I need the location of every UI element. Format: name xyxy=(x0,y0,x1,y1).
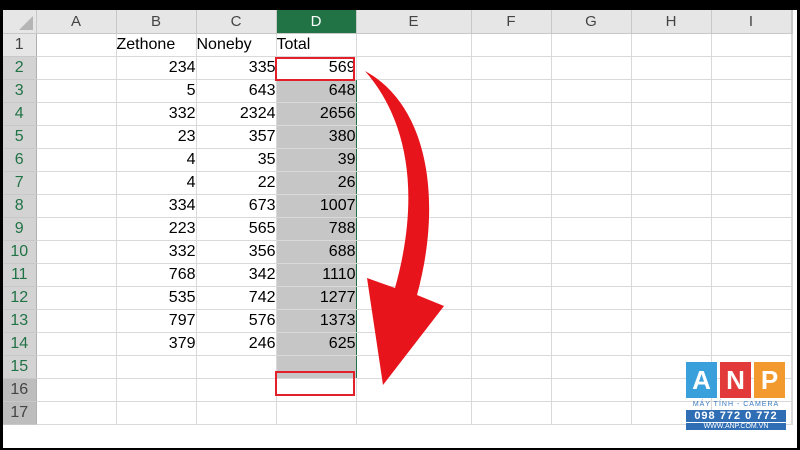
logo-website: WWW.ANP.COM.VN xyxy=(686,423,786,430)
logo-letter-a: A xyxy=(686,362,717,398)
anp-logo: ANP MÁY TÍNH - CAMERA 098 772 0 772 WWW.… xyxy=(686,362,786,442)
logo-letter-n: N xyxy=(720,362,751,398)
spreadsheet-window: ABCDEFGHI 1 Zethone Noneby Total 2 234 335 569 3… xyxy=(3,10,797,448)
logo-phone: 098 772 0 772 xyxy=(686,410,786,422)
logo-letter-p: P xyxy=(754,362,785,398)
logo-tagline: MÁY TÍNH - CAMERA xyxy=(692,401,780,408)
fill-down-arrow-icon xyxy=(365,71,444,385)
